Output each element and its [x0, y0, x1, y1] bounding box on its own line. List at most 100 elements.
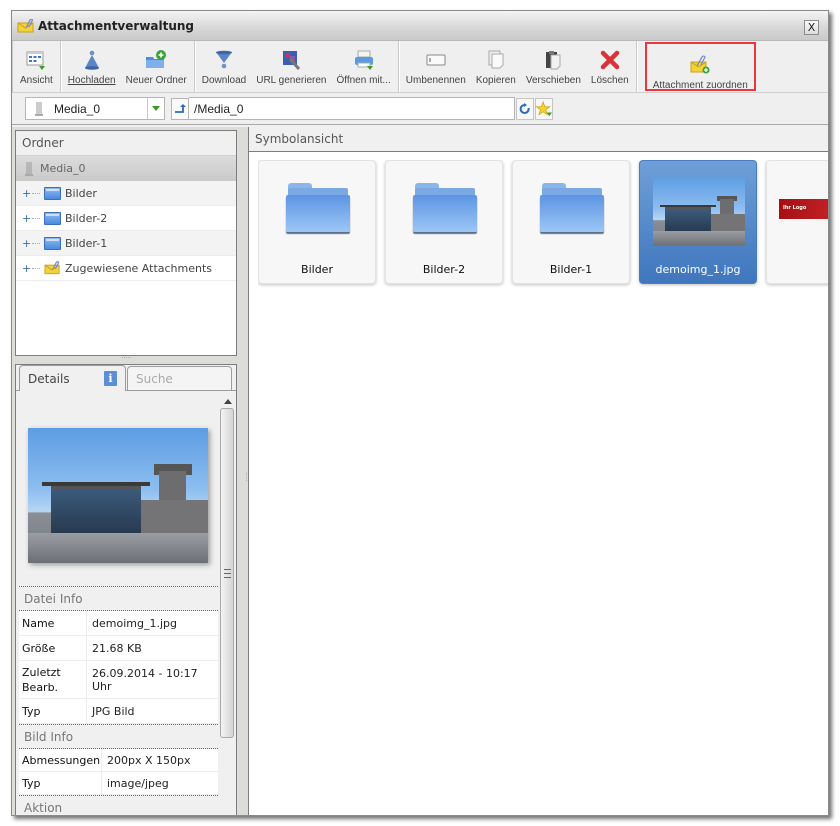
action-heading: Aktion [19, 795, 218, 815]
refresh-icon [519, 102, 530, 114]
tree-root-media[interactable]: Media_0 [16, 156, 236, 181]
file-tile-bilder-1[interactable]: Bilder-1 [512, 160, 630, 284]
info-value: 26.09.2014 - 10:17 Uhr [86, 661, 218, 698]
image-preview [28, 428, 208, 563]
folder-tree: + Bilder + Bilder-2 + Bilder-1 + Zugewie… [16, 181, 236, 281]
file-tile-bilder-2[interactable]: Bilder-2 [385, 160, 503, 284]
toolbar-group-edit: Umbenennen Kopieren Verschieben Löschen [399, 41, 637, 92]
info-value: demoimg_1.jpg [86, 611, 218, 635]
copy-button-label: Kopieren [475, 75, 516, 86]
assign-attachment-button[interactable]: Attachment zuordnen [644, 42, 756, 91]
details-scroll-area: Datei Info Name demoimg_1.jpg Größe 21.6… [16, 391, 236, 815]
details-tabs: Details i Suche [16, 365, 236, 391]
expand-icon[interactable]: + [22, 187, 32, 200]
view-button[interactable]: Ansicht [15, 41, 58, 92]
info-value: 200px X 150px [101, 749, 218, 771]
tree-item-assigned-attachments[interactable]: + Zugewiesene Attachments [16, 256, 236, 281]
info-value: 21.68 KB [86, 636, 218, 660]
generate-url-button[interactable]: URL generieren [251, 41, 331, 92]
tab-search[interactable]: Suche [127, 366, 232, 390]
scroll-up-button[interactable] [220, 395, 235, 407]
tree-item-label: Zugewiesene Attachments [65, 261, 213, 275]
download-button-label: Download [201, 75, 247, 86]
favorite-button[interactable] [535, 97, 553, 120]
file-tile-name: header [803, 263, 828, 276]
parent-folder-button[interactable] [171, 97, 189, 120]
info-row: Typ image/jpeg [19, 772, 218, 795]
new-folder-button[interactable]: Neuer Ordner [121, 41, 192, 92]
info-row: Größe 21.68 KB [19, 636, 218, 661]
file-tile-header[interactable]: Ihr Logo header [766, 160, 828, 284]
expand-icon[interactable]: + [22, 262, 32, 275]
new-folder-icon [145, 49, 167, 71]
address-bar: Media_0 [12, 93, 828, 125]
attachment-manager-window: Attachmentverwaltung X Ansicht Hochladen [11, 10, 829, 816]
new-folder-button-label: Neuer Ordner [125, 75, 187, 86]
folder-up-icon [175, 103, 186, 113]
info-row: Abmessungen 200px X 150px [19, 749, 218, 772]
info-row: Typ JPG Bild [19, 699, 218, 724]
file-tile-bilder[interactable]: Bilder [258, 160, 376, 284]
details-scrollbar[interactable] [220, 395, 235, 815]
toolbar-group-view: Ansicht [12, 41, 61, 92]
tree-item-bilder-1[interactable]: + Bilder-1 [16, 231, 236, 256]
tree-item-bilder-2[interactable]: + Bilder-2 [16, 206, 236, 231]
media-select-dropdown[interactable] [147, 98, 164, 119]
open-with-icon [353, 49, 375, 71]
scrollbar-thumb[interactable] [220, 408, 234, 738]
attach-assign-icon [689, 54, 711, 76]
generate-url-button-label: URL generieren [256, 75, 327, 86]
expand-icon[interactable]: + [22, 237, 32, 250]
image-thumbnail [653, 177, 745, 246]
close-button[interactable]: X [804, 20, 819, 35]
info-key: Größe [22, 641, 56, 655]
delete-button-label: Löschen [590, 75, 629, 86]
tab-details[interactable]: Details i [19, 365, 126, 391]
attachment-folder-icon [44, 261, 60, 275]
copy-button[interactable]: Kopieren [471, 41, 521, 92]
delete-icon [599, 49, 621, 71]
icon-view-title: Symbolansicht [249, 127, 828, 152]
info-key: Abmessungen [22, 753, 101, 767]
folder-icon [44, 236, 61, 250]
folders-panel-title: Ordner [16, 131, 236, 156]
file-info-section: Datei Info Name demoimg_1.jpg Größe 21.6… [19, 586, 218, 815]
file-tile-name: demoimg_1.jpg [655, 263, 741, 276]
media-select[interactable]: Media_0 [25, 97, 165, 120]
open-with-button[interactable]: Öffnen mit... [331, 41, 395, 92]
rename-button[interactable]: Umbenennen [401, 41, 471, 92]
file-tile-name: Bilder-1 [549, 263, 593, 276]
tree-root-label: Media_0 [40, 162, 86, 175]
file-tile-demoimg[interactable]: demoimg_1.jpg [639, 160, 757, 284]
info-value: image/jpeg [101, 772, 218, 794]
path-input[interactable] [189, 97, 515, 120]
file-grid: Bilder Bilder-2 Bilder-1 demoimg_1.jpg I… [258, 160, 828, 290]
window-title: Attachmentverwaltung [38, 18, 195, 33]
upload-icon [81, 49, 103, 71]
upload-button[interactable]: Hochladen [63, 41, 121, 92]
info-row: Zuletzt Bearb. 26.09.2014 - 10:17 Uhr [19, 661, 218, 699]
icon-view-panel: Symbolansicht Bilder Bilder-2 Bilder-1 d… [248, 127, 828, 815]
tree-item-bilder[interactable]: + Bilder [16, 181, 236, 206]
file-tile-name: Bilder-2 [422, 263, 466, 276]
url-generate-icon [280, 49, 302, 71]
tree-item-label: Bilder [65, 186, 97, 200]
file-info-heading: Datei Info [19, 586, 218, 611]
download-button[interactable]: Download [197, 41, 251, 92]
header-image-thumbnail: Ihr Logo [779, 199, 828, 219]
info-icon: i [104, 371, 117, 386]
file-tile-name: Bilder [301, 263, 333, 276]
rename-icon [425, 49, 447, 71]
delete-button[interactable]: Löschen [586, 41, 634, 92]
tab-search-label: Suche [136, 371, 173, 386]
view-button-label: Ansicht [20, 75, 53, 86]
folders-panel: Ordner Media_0 + Bilder + Bilder-2 + Bil… [15, 130, 237, 356]
toolbar-group-export: Download URL generieren Öffnen mit... [195, 41, 399, 92]
expand-icon[interactable]: + [22, 212, 32, 225]
rename-button-label: Umbenennen [405, 75, 466, 86]
vertical-splitter-handle[interactable]: ····· [241, 127, 249, 815]
move-button[interactable]: Verschieben [521, 41, 586, 92]
media-select-value: Media_0 [54, 101, 101, 116]
refresh-button[interactable] [516, 97, 534, 120]
info-row: Name demoimg_1.jpg [19, 611, 218, 636]
